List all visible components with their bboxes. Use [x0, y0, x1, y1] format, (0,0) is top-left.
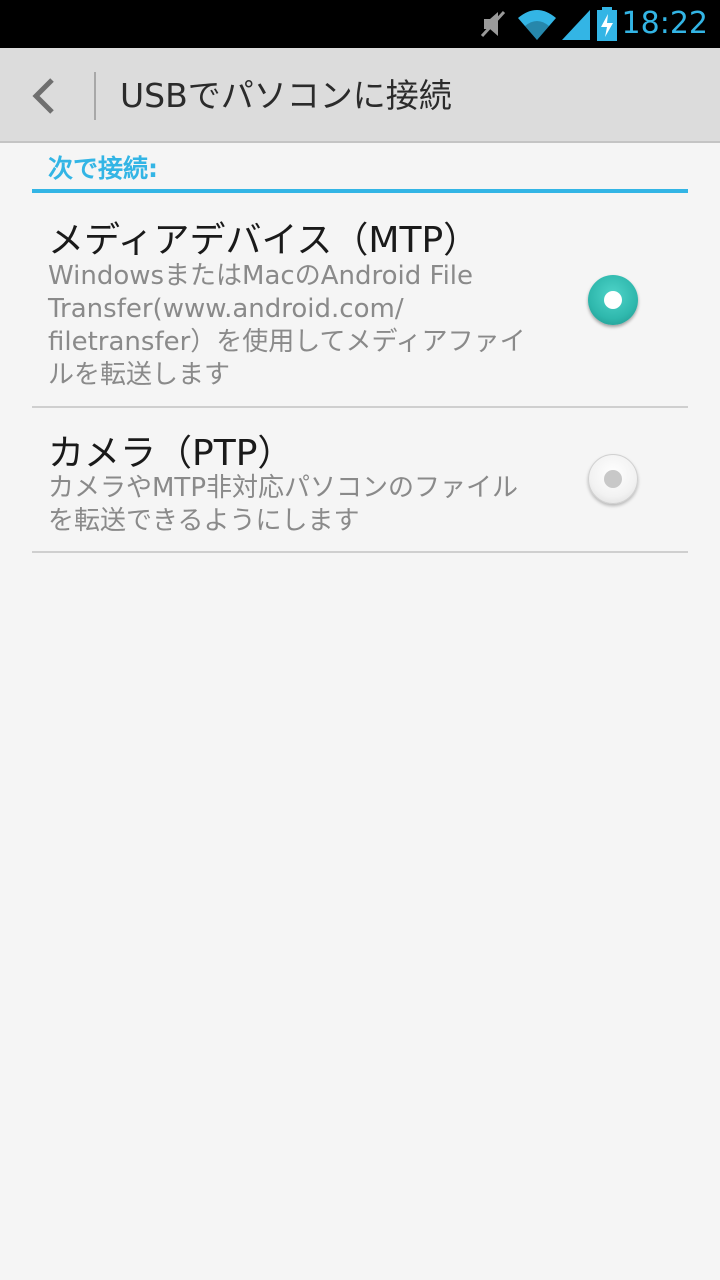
wifi-icon	[516, 6, 558, 46]
option-mtp-title: メディアデバイス（MTP）	[48, 220, 480, 261]
radio-unchecked-dot	[604, 470, 622, 488]
action-bar-divider	[94, 72, 96, 120]
option-mtp-summary-line: ルを転送します	[48, 360, 231, 390]
option-ptp[interactable]: カメラ（PTP） カメラやMTP非対応パソコンのファイル を転送できるようにしま…	[32, 408, 688, 553]
option-ptp-summary-line: カメラやMTP非対応パソコンのファイル	[48, 473, 518, 503]
section-header-label: 次で接続:	[48, 154, 158, 183]
option-mtp[interactable]: メディアデバイス（MTP） WindowsまたはMacのAndroid File…	[32, 193, 688, 408]
signal-icon	[560, 6, 592, 46]
clock: 18:22	[621, 6, 708, 41]
option-mtp-summary-line: WindowsまたはMacのAndroid File	[48, 261, 474, 291]
mute-icon	[478, 6, 510, 46]
battery-charging-icon	[596, 6, 618, 46]
option-ptp-summary: カメラやMTP非対応パソコンのファイル を転送できるようにします	[48, 472, 558, 538]
option-mtp-summary-line: Transfer(www.android.com/	[48, 294, 404, 324]
option-mtp-summary-line: filetransfer）を使用してメディアファイ	[48, 327, 526, 357]
radio-checked-dot	[604, 291, 622, 309]
option-ptp-radio[interactable]	[588, 454, 638, 504]
status-bar: 18:22	[0, 0, 720, 48]
action-bar: USBでパソコンに接続	[0, 48, 720, 143]
option-mtp-summary: WindowsまたはMacのAndroid File Transfer(www.…	[48, 260, 558, 392]
back-button[interactable]	[0, 48, 95, 143]
option-ptp-summary-line: を転送できるようにします	[48, 506, 360, 536]
back-chevron-icon	[32, 78, 54, 114]
option-ptp-title: カメラ（PTP）	[48, 433, 294, 474]
page-title: USBでパソコンに接続	[120, 76, 452, 115]
section-header: 次で接続:	[32, 143, 688, 193]
option-mtp-radio[interactable]	[588, 275, 638, 325]
